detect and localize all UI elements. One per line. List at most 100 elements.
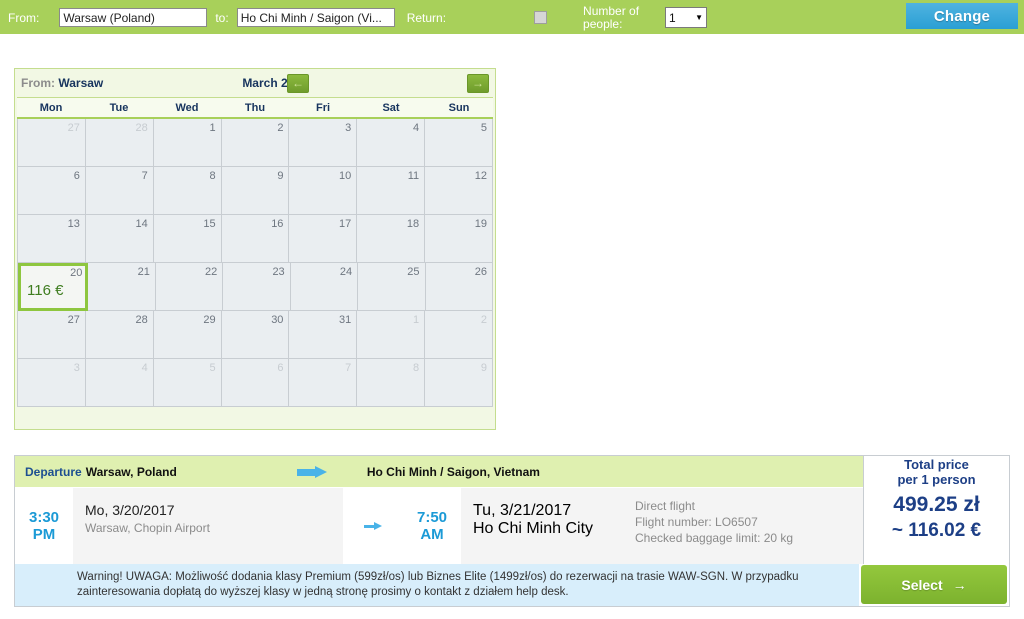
calendar-day[interactable]: 10	[289, 167, 358, 215]
calendar-day-number: 5	[209, 362, 216, 374]
calendar-week-row: 27 28 29 30 31 1 2	[18, 311, 494, 359]
calendar-day[interactable]: 15	[153, 215, 222, 263]
arrival-date: Tu, 3/21/2017	[473, 502, 572, 519]
arrival-airport: Ho Chi Minh City	[473, 520, 594, 537]
calendar-day[interactable]: 3	[289, 119, 358, 167]
calendar-day[interactable]: 26	[425, 263, 493, 311]
calendar-day[interactable]: 28	[85, 311, 154, 359]
calendar-day-number: 30	[271, 314, 284, 326]
arrow-left-icon: ←	[292, 76, 304, 90]
calendar-day-number: 5	[480, 122, 488, 134]
calendar-day[interactable]: 1	[357, 311, 426, 359]
calendar-day[interactable]: 11	[357, 167, 426, 215]
next-month-button[interactable]: →	[467, 73, 489, 93]
arrow-right-icon: →	[952, 576, 967, 593]
calendar-week-row: 20 116 € 21 22 23 24 25 26	[18, 263, 493, 311]
calendar-month-label: March 2017	[242, 76, 308, 90]
weekday-thu: Thu	[244, 102, 266, 114]
calendar-grid: 27 28 1 2 3 4 5 6 7 8 9 10 11 12 13 14 15 16 17 18 19 20 116 €…	[17, 119, 494, 407]
calendar-day[interactable]: 12	[425, 167, 494, 215]
calendar-day-number: 26	[474, 266, 487, 278]
calendar-day[interactable]: 21	[88, 263, 156, 311]
calendar-day[interactable]: 4	[85, 359, 154, 407]
calendar-day-number: 3	[73, 362, 80, 374]
calendar-day-number: 28	[135, 122, 148, 134]
calendar-day-number: 29	[203, 314, 216, 326]
calendar-day-number: 18	[406, 218, 420, 230]
flight-result-panel: Departure Warsaw, Poland Ho Chi Minh / S…	[14, 455, 1010, 607]
calendar-day-number: 2	[277, 122, 284, 134]
calendar-day[interactable]: 5	[153, 359, 222, 407]
calendar-day[interactable]: 17	[289, 215, 358, 263]
price-pln: 499.25 zł	[893, 493, 980, 516]
calendar-day[interactable]: 29	[153, 311, 222, 359]
calendar-week-row: 3 4 5 6 7 8 9	[18, 359, 494, 407]
calendar-day[interactable]: 3	[18, 359, 86, 407]
calendar-day-number: 8	[413, 362, 420, 374]
calendar-day[interactable]: 22	[155, 263, 224, 311]
calendar-day-number: 28	[135, 314, 148, 326]
calendar-day-number: 9	[480, 362, 488, 374]
route-origin: Warsaw, Poland	[85, 464, 177, 479]
select-button[interactable]: Select →	[861, 565, 1007, 604]
calendar-day[interactable]: 23	[223, 263, 291, 311]
calendar-day[interactable]: 9	[425, 359, 494, 407]
calendar-week-row: 6 7 8 9 10 11 12	[18, 167, 494, 215]
calendar-day[interactable]: 27	[18, 119, 86, 167]
calendar-day[interactable]: 7	[85, 167, 154, 215]
flight-info-baggage: Checked baggage limit: 20 kg	[635, 531, 794, 545]
calendar-day-number: 3	[345, 122, 352, 134]
calendar-day-number: 19	[474, 218, 488, 230]
calendar-day-number: 25	[407, 266, 420, 278]
departure-airport: Warsaw, Chopin Airport	[85, 521, 210, 535]
arrow-right-icon: →	[472, 76, 484, 90]
calendar-day[interactable]: 4	[357, 119, 426, 167]
search-bar: From: to: Return: Number of people: 1 ▼ …	[0, 0, 1024, 35]
calendar-day[interactable]: 18	[357, 215, 426, 263]
calendar-day[interactable]: 14	[85, 215, 154, 263]
calendar-day[interactable]: 16	[221, 215, 290, 263]
to-input[interactable]	[236, 8, 395, 27]
calendar-day[interactable]: 2	[221, 119, 290, 167]
calendar-day[interactable]: 6	[18, 167, 86, 215]
calendar-day[interactable]: 7	[289, 359, 358, 407]
prev-month-button[interactable]: ←	[287, 73, 309, 93]
from-input[interactable]	[59, 8, 208, 27]
calendar-day[interactable]: 5	[425, 119, 494, 167]
number-of-people-select[interactable]: 1 ▼	[665, 7, 708, 28]
calendar-day-selected[interactable]: 20 116 €	[18, 263, 89, 311]
calendar-week-row: 13 14 15 16 17 18 19	[18, 215, 494, 263]
calendar-day[interactable]: 8	[357, 359, 426, 407]
total-price-header: Total price per 1 person	[863, 455, 1009, 488]
calendar-day-number: 7	[141, 170, 148, 182]
calendar-day[interactable]: 30	[221, 311, 290, 359]
departure-label: Departure	[25, 464, 82, 479]
change-button[interactable]: Change	[906, 3, 1018, 29]
calendar-day[interactable]: 2	[425, 311, 494, 359]
calendar-day[interactable]: 6	[221, 359, 290, 407]
route-destination: Ho Chi Minh / Saigon, Vietnam	[366, 464, 540, 479]
calendar-day[interactable]: 13	[18, 215, 86, 263]
calendar-day[interactable]: 28	[85, 119, 154, 167]
calendar-day-number: 20	[70, 267, 83, 279]
calendar-week-row: 27 28 1 2 3 4 5	[18, 119, 494, 167]
arrival-place: Tu, 3/21/2017 Ho Chi Minh City	[461, 488, 621, 564]
calendar-day[interactable]: 1	[153, 119, 222, 167]
calendar-day[interactable]: 19	[425, 215, 494, 263]
calendar-day[interactable]: 31	[289, 311, 358, 359]
return-checkbox[interactable]	[534, 11, 548, 24]
calendar-day-number: 6	[277, 362, 284, 374]
calendar-day-number: 4	[141, 362, 148, 374]
calendar-day[interactable]: 9	[221, 167, 290, 215]
number-of-people-label: Number of people:	[583, 3, 640, 31]
calendar-day[interactable]: 8	[153, 167, 222, 215]
select-button-label: Select	[901, 576, 943, 593]
calendar-day-number: 16	[271, 218, 284, 230]
calendar-day[interactable]: 25	[358, 263, 426, 311]
calendar-day-number: 12	[474, 170, 488, 182]
calendar-day[interactable]: 27	[18, 311, 86, 359]
weekday-wed: Wed	[175, 102, 199, 114]
weekday-mon: Mon	[39, 102, 63, 114]
leg-arrow-icon	[343, 488, 403, 564]
calendar-day[interactable]: 24	[290, 263, 359, 311]
